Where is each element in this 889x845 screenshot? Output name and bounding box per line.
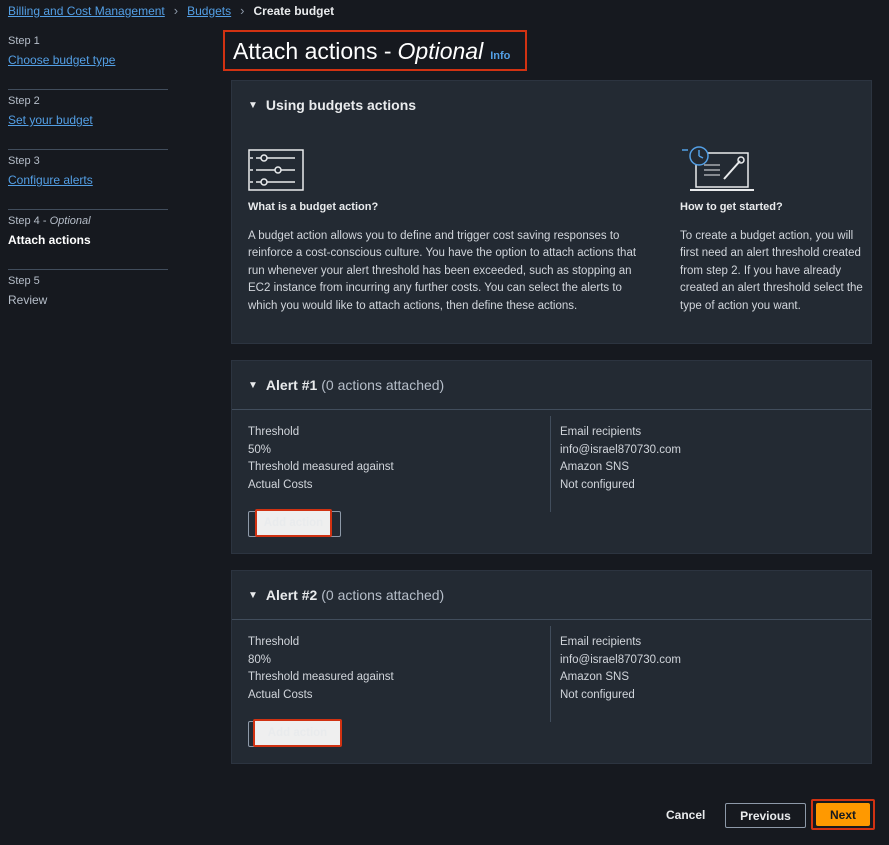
measured-against-label: Threshold measured against [248,671,394,684]
laptop-wrench-clock-icon [682,146,754,191]
alert-actions-count: (0 actions attached) [321,377,445,393]
measured-against-value: Actual Costs [248,479,313,492]
alert-threshold-details: Threshold 80% Threshold measured against… [248,634,394,705]
column-divider [550,626,551,722]
step-link-configure-alerts[interactable]: Configure alerts [8,173,93,188]
step-link-set-your-budget[interactable]: Set your budget [8,113,93,128]
email-recipients-value: info@israel870730.com [560,443,681,456]
threshold-value: 50% [248,443,272,456]
alert-1-header[interactable]: ▼ Alert #1 (0 actions attached) [232,361,871,409]
add-action-button[interactable]: Add action [253,719,342,747]
page-title: Attach actions - Optional Info [223,30,527,71]
previous-button[interactable]: Previous [725,803,806,828]
caret-down-icon: ▼ [248,379,258,391]
step-number-text: Step 4 [8,215,40,227]
next-button[interactable]: Next [816,803,870,826]
alert-2-panel: ▼ Alert #2 (0 actions attached) Threshol… [231,570,872,764]
using-budgets-actions-panel: ▼ Using budgets actions What is a budget… [231,80,872,344]
using-budgets-actions-title: Using budgets actions [265,97,417,113]
threshold-label: Threshold [248,426,300,438]
measured-against-label: Threshold measured against [248,461,394,474]
step-optional-label: Optional [49,215,91,227]
breadcrumb-billing-link[interactable]: Billing and Cost Management [8,4,165,18]
step-number: Step 5 [8,275,40,287]
alert-notification-details: Email recipients info@israel870730.com A… [560,634,681,705]
step-current-attach-actions: Attach actions [8,233,91,247]
column-divider [550,416,551,512]
alert-1-panel: ▼ Alert #1 (0 actions attached) Threshol… [231,360,872,554]
page-title-text: Attach actions - [233,38,392,64]
measured-against-value: Actual Costs [248,689,313,702]
threshold-value: 80% [248,653,272,666]
chevron-right-icon: › [240,3,245,18]
amazon-sns-label: Amazon SNS [560,671,630,684]
alert-title: Alert #1 [265,377,318,393]
alert-actions-count: (0 actions attached) [321,587,445,603]
add-action-button[interactable]: Add action [255,509,332,537]
breadcrumb-budgets-link[interactable]: Budgets [187,4,231,18]
caret-down-icon: ▼ [248,99,258,111]
alert-2-body: Threshold 80% Threshold measured against… [232,619,871,764]
how-to-get-started-text: To create a budget action, you will firs… [680,229,863,312]
alert-title: Alert #2 [265,587,318,603]
step-number: Step 4 - Optional [8,215,91,227]
chevron-right-icon: › [173,3,179,18]
cancel-button[interactable]: Cancel [666,808,705,822]
amazon-sns-label: Amazon SNS [560,461,630,474]
step-number: Step 3 [8,155,40,167]
step-link-choose-budget-type[interactable]: Choose budget type [8,53,115,68]
info-link[interactable]: Info [490,50,510,62]
alert-threshold-details: Threshold 50% Threshold measured against… [248,424,394,495]
email-recipients-value: info@israel870730.com [560,653,681,666]
how-to-get-started-title: How to get started? [680,201,783,213]
what-is-budget-action-title: What is a budget action? [248,201,379,213]
using-budgets-actions-header[interactable]: ▼ Using budgets actions [232,81,871,129]
sliders-icon [248,149,304,191]
email-recipients-label: Email recipients [560,426,642,438]
step-1: Step 1 Choose budget type [8,30,168,90]
budget-action-info: What is a budget action? A budget action… [248,149,648,315]
step-number: Step 1 [8,35,40,47]
breadcrumb-current: Create budget [253,3,335,18]
add-action-button-frame: Add action [248,719,342,747]
email-recipients-label: Email recipients [560,636,642,648]
alert-notification-details: Email recipients info@israel870730.com A… [560,424,681,495]
add-action-button-frame: Add action [248,509,341,537]
wizard-steps-nav: Step 1 Choose budget type Step 2 Set you… [8,30,168,330]
step-number: Step 2 [8,95,40,107]
amazon-sns-value: Not configured [560,479,635,492]
next-button-highlight: Next [811,799,875,830]
amazon-sns-value: Not configured [560,689,635,702]
step-3: Step 3 Configure alerts [8,150,168,210]
how-to-get-started-info: How to get started? To create a budget a… [680,146,865,315]
threshold-label: Threshold [248,636,300,648]
alert-1-body: Threshold 50% Threshold measured against… [232,409,871,554]
page-title-optional: Optional [397,38,484,64]
step-4: Step 4 - Optional Attach actions [8,210,168,270]
alert-2-header[interactable]: ▼ Alert #2 (0 actions attached) [232,571,871,619]
breadcrumb: Billing and Cost Management › Budgets › … [8,3,334,18]
step-5: Step 5 Review [8,270,168,330]
step-review-label: Review [8,293,48,307]
step-2: Step 2 Set your budget [8,90,168,150]
what-is-budget-action-text: A budget action allows you to define and… [248,229,637,312]
caret-down-icon: ▼ [248,589,258,601]
